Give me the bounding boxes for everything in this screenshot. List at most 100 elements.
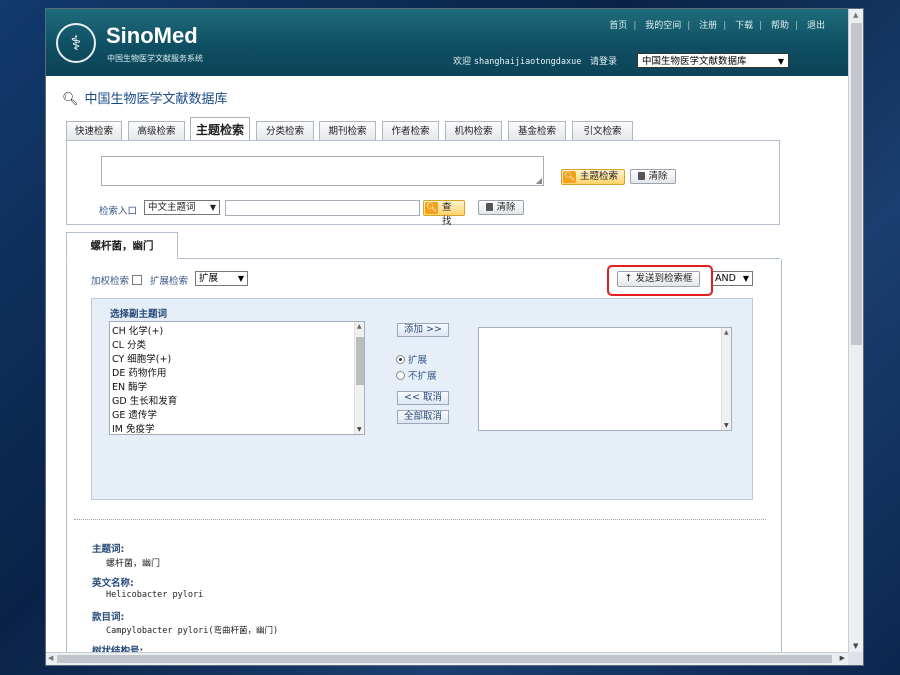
list-item[interactable]: GD 生长和发育 xyxy=(112,393,177,407)
search-icon: 🔍︎ xyxy=(425,202,438,214)
list-item[interactable]: IM 免疫学 xyxy=(112,421,155,435)
highlight-box xyxy=(607,265,713,296)
scroll-down-icon[interactable]: ▼ xyxy=(724,422,729,429)
scroll-up-icon[interactable]: ▲ xyxy=(357,323,362,330)
resize-grip-icon[interactable]: ◢ xyxy=(536,176,542,185)
logic-select[interactable]: AND ▼ xyxy=(713,271,753,286)
search-icon: 🔍︎ xyxy=(563,171,576,183)
entry-terms-label: 款目词: xyxy=(92,612,125,623)
scrollbar-thumb[interactable] xyxy=(57,655,832,663)
english-name-label: 英文名称: xyxy=(92,578,134,589)
search-expression-textarea[interactable]: ◢ xyxy=(101,156,544,186)
cancel-button[interactable]: << 取消 xyxy=(397,391,449,405)
list-item[interactable]: CH 化学(+) xyxy=(112,323,163,337)
find-button[interactable]: 🔍︎ 查找 xyxy=(423,200,465,227)
scrollbar-corner xyxy=(848,652,863,665)
listbox-scrollbar[interactable]: ▲ ▼ xyxy=(354,322,364,434)
separator: | xyxy=(687,21,691,31)
result-tab-term[interactable]: 螺杆菌，幽门 xyxy=(66,232,178,259)
entry-select[interactable]: 中文主题词 ▼ xyxy=(144,200,220,215)
trash-icon xyxy=(638,172,646,180)
expand-select-value: 扩展 xyxy=(199,273,219,284)
entry-select-value: 中文主题词 xyxy=(148,202,196,213)
weighted-checkbox[interactable] xyxy=(132,275,143,285)
list-item[interactable]: CL 分类 xyxy=(112,337,146,351)
dropdown-arrow-icon: ▼ xyxy=(777,57,784,66)
clear-button-2[interactable]: 清除 xyxy=(478,200,524,215)
subject-heading-value: 螺杆菌，幽门 xyxy=(106,559,161,569)
dropdown-arrow-icon: ▼ xyxy=(209,203,216,212)
term-input[interactable] xyxy=(225,200,420,216)
toplink-logout[interactable]: 退出 xyxy=(807,21,825,31)
list-item[interactable]: GE 遗传学 xyxy=(112,407,157,421)
scroll-down-icon[interactable]: ▼ xyxy=(357,426,362,433)
tab-classification-search[interactable]: 分类检索 xyxy=(256,121,314,140)
radio-expand[interactable]: 扩展 xyxy=(396,352,427,366)
clear-button[interactable]: 清除 xyxy=(630,169,676,184)
tab-advanced-search[interactable]: 高级检索 xyxy=(128,121,185,140)
tab-subject-search[interactable]: 主题检索 xyxy=(190,117,250,141)
welcome-text: 欢迎 shanghaijiaotongdaxue 请登录 xyxy=(453,54,617,67)
add-button[interactable]: 添加 >> xyxy=(397,323,449,337)
top-links: 首页 | 我的空间 | 注册 | 下载 | 帮助 | 退出 xyxy=(606,18,828,31)
page-horizontal-scrollbar[interactable]: ◀ ▶ xyxy=(46,652,848,665)
scroll-down-icon[interactable]: ▼ xyxy=(853,642,858,650)
toplink-myspace[interactable]: 我的空间 xyxy=(645,21,681,31)
subject-heading-label: 主题词: xyxy=(92,544,125,555)
selected-subheadings-box[interactable]: ▲ ▼ xyxy=(478,327,732,431)
radio-no-expand[interactable]: 不扩展 xyxy=(396,368,437,382)
site-header: ⚕ SinoMed 中国生物医学文献服务系统 首页 | 我的空间 | 注册 | 下载 |… xyxy=(46,9,848,76)
scrollbar-thumb[interactable] xyxy=(356,337,364,385)
tab-author-search[interactable]: 作者检索 xyxy=(382,121,439,140)
list-item[interactable]: DE 药物作用 xyxy=(112,365,166,379)
clear-label: 清除 xyxy=(648,171,668,182)
toplink-home[interactable]: 首页 xyxy=(609,21,627,31)
tab-citation-search[interactable]: 引文检索 xyxy=(572,121,633,140)
list-item[interactable]: CY 细胞学(+) xyxy=(112,351,171,365)
list-item[interactable]: EN 酶学 xyxy=(112,379,147,393)
scroll-right-icon[interactable]: ▶ xyxy=(840,654,845,662)
subject-search-button[interactable]: 🔍︎ 主题检索 xyxy=(561,169,625,185)
radio-no-expand-control[interactable] xyxy=(396,371,405,380)
login-link[interactable]: 请登录 xyxy=(590,57,617,67)
divider xyxy=(74,519,766,520)
cancel-all-button[interactable]: 全部取消 xyxy=(397,410,449,424)
welcome-prefix: 欢迎 xyxy=(453,57,472,67)
dropdown-arrow-icon: ▼ xyxy=(742,274,749,283)
separator: | xyxy=(723,21,727,31)
browser-window: ⚕ SinoMed 中国生物医学文献服务系统 首页 | 我的空间 | 注册 | 下载 |… xyxy=(45,8,864,666)
page-vertical-scrollbar[interactable]: ▲ ▼ xyxy=(848,9,863,652)
page-viewport: ⚕ SinoMed 中国生物医学文献服务系统 首页 | 我的空间 | 注册 | 下载 |… xyxy=(46,9,848,652)
expand-select[interactable]: 扩展 ▼ xyxy=(195,271,248,286)
scrollbar-thumb[interactable] xyxy=(851,23,862,345)
radio-expand-control[interactable] xyxy=(396,355,405,364)
clear-label-2: 清除 xyxy=(496,202,516,213)
scroll-up-icon[interactable]: ▲ xyxy=(853,11,858,19)
english-name-value: Helicobacter pylori xyxy=(106,590,204,600)
subheadings-listbox[interactable]: CH 化学(+) CL 分类 CY 细胞学(+) DE 药物作用 EN 酶学 G… xyxy=(109,321,365,435)
tab-journal-search[interactable]: 期刊检索 xyxy=(319,121,376,140)
find-label: 查找 xyxy=(442,202,452,227)
toplink-register[interactable]: 注册 xyxy=(699,21,717,31)
tab-quick-search[interactable]: 快速检索 xyxy=(66,121,122,140)
tab-institution-search[interactable]: 机构检索 xyxy=(445,121,502,140)
tree-number-label: 树状结构号: xyxy=(92,646,144,652)
username: shanghaijiaotongdaxue xyxy=(473,57,582,67)
subheadings-title: 选择副主题词 xyxy=(110,309,168,320)
database-select[interactable]: 中国生物医学文献数据库 ▼ xyxy=(637,53,789,68)
toplink-help[interactable]: 帮助 xyxy=(771,21,789,31)
entry-terms-value: Campylobacter pylori(弯曲杆菌，幽门) xyxy=(106,626,279,636)
tab-fund-search[interactable]: 基金检索 xyxy=(508,121,566,140)
scroll-left-icon[interactable]: ◀ xyxy=(48,654,53,662)
result-tabbar: 螺杆菌，幽门 xyxy=(66,232,780,259)
trash-icon xyxy=(486,203,494,211)
logo-subtitle: 中国生物医学文献服务系统 xyxy=(107,54,203,63)
scroll-up-icon[interactable]: ▲ xyxy=(724,329,729,336)
sinomed-logo-icon[interactable]: ⚕ xyxy=(56,23,96,63)
selected-box-scrollbar[interactable]: ▲ ▼ xyxy=(721,328,731,430)
page-title: 🔍︎ 中国生物医学文献数据库 xyxy=(62,88,228,107)
toplink-download[interactable]: 下载 xyxy=(735,21,753,31)
subject-search-label: 主题检索 xyxy=(580,171,619,182)
logo-title[interactable]: SinoMed xyxy=(106,23,198,49)
separator: | xyxy=(633,21,637,31)
